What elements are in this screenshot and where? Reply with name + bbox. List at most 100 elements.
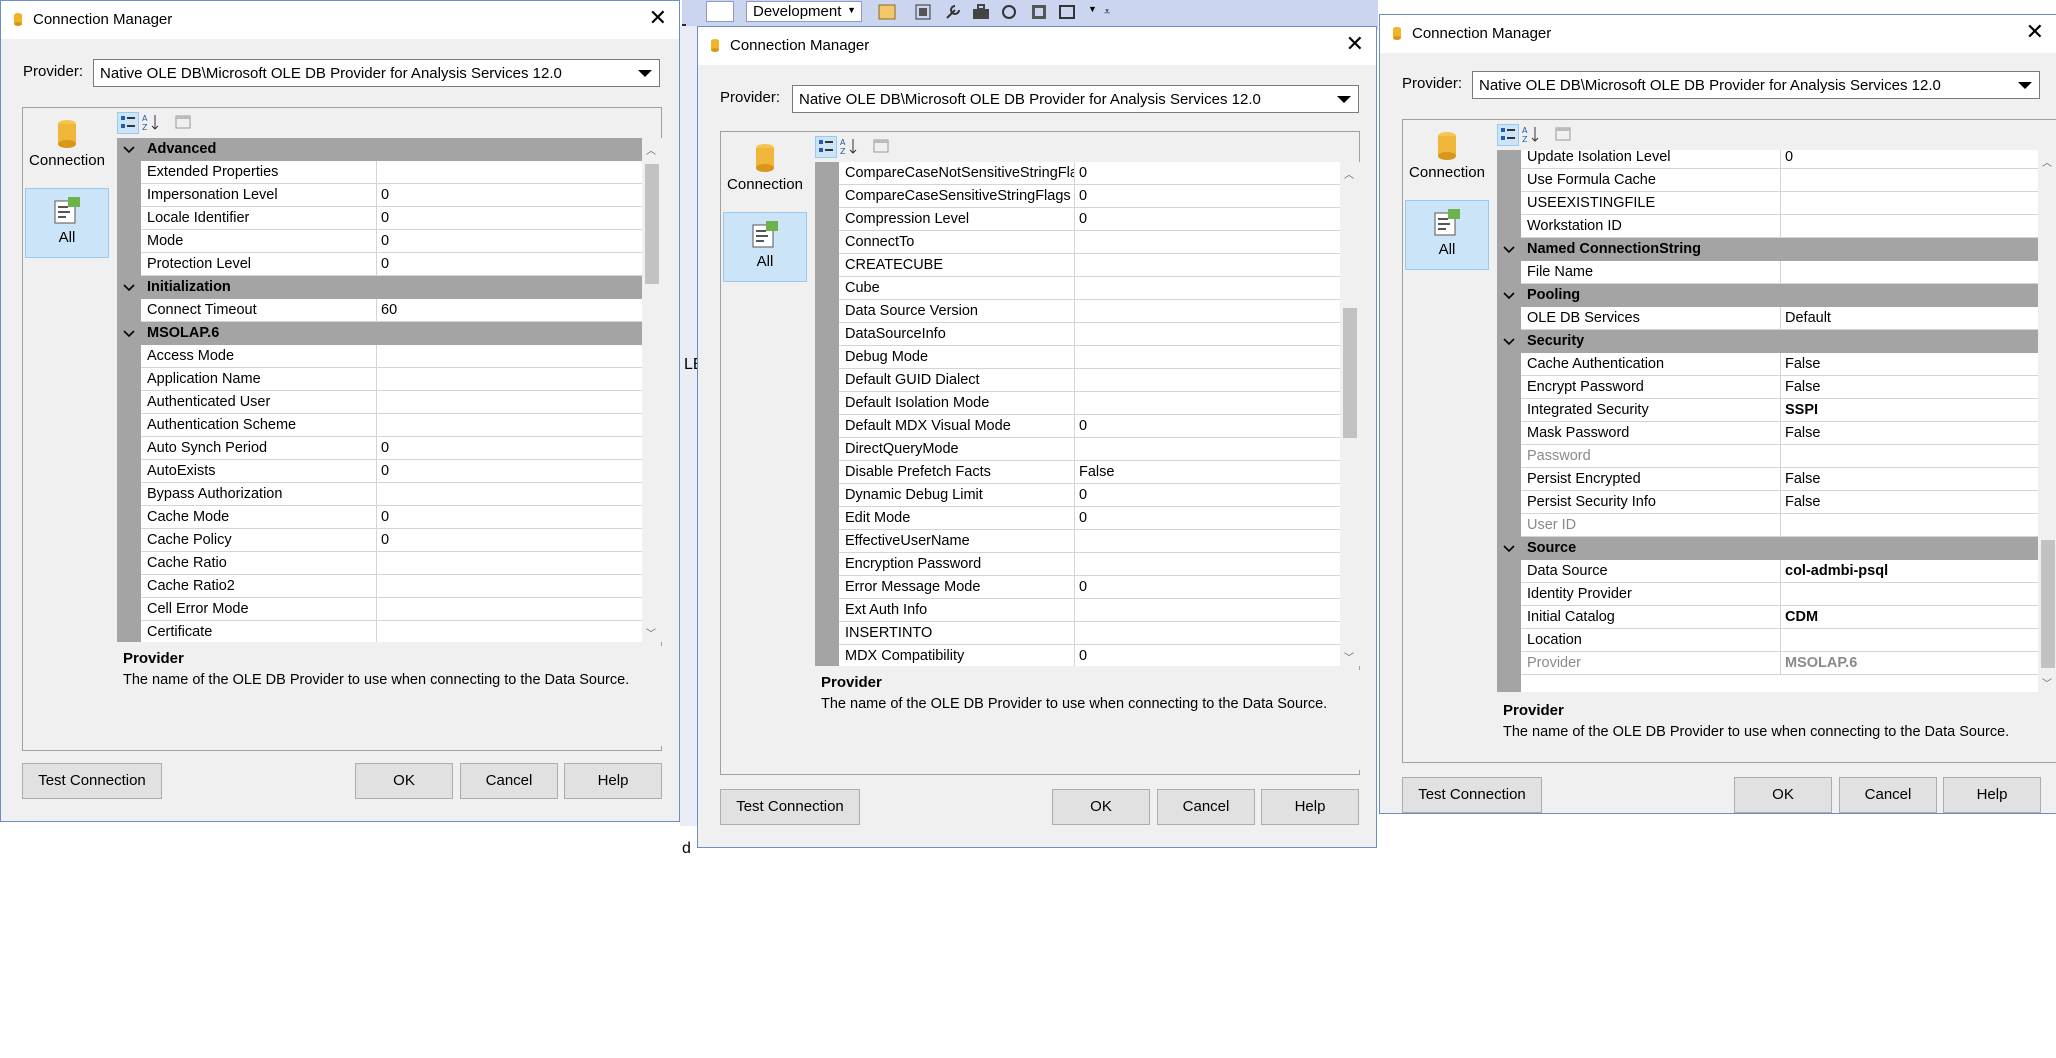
property-row[interactable]: Disable Prefetch Facts False [815, 461, 1360, 484]
property-row[interactable]: Use Formula Cache [1497, 169, 2056, 192]
property-value[interactable]: Default [1781, 307, 2056, 330]
property-value[interactable]: 0 [1075, 484, 1360, 507]
property-row[interactable]: Update Isolation Level 0 [1497, 150, 2056, 169]
property-value[interactable]: 0 [1075, 576, 1360, 599]
property-value[interactable]: MSOLAP.6 [1781, 652, 2056, 675]
property-value[interactable]: 0 [1075, 208, 1360, 231]
property-value[interactable] [1075, 392, 1360, 415]
toolbar-overflow-icon[interactable]: ⩡ [1104, 6, 1110, 19]
property-value[interactable] [377, 414, 662, 437]
property-row[interactable]: Edit Mode 0 [815, 507, 1360, 530]
chevron-down-icon[interactable] [2011, 72, 2039, 98]
property-row[interactable]: Authentication Scheme [117, 414, 662, 437]
property-value[interactable]: 0 [377, 529, 662, 552]
scroll-up-icon[interactable]: ︿ [2042, 154, 2052, 169]
property-value[interactable] [377, 368, 662, 391]
property-value[interactable]: 0 [377, 506, 662, 529]
property-value[interactable] [1781, 629, 2056, 652]
chevron-down-icon[interactable] [1330, 86, 1358, 112]
property-row[interactable]: Application Name [117, 368, 662, 391]
property-value[interactable] [1075, 346, 1360, 369]
categorized-button[interactable] [815, 136, 837, 158]
property-row[interactable]: Cache Ratio2 [117, 575, 662, 598]
property-row[interactable]: Error Message Mode 0 [815, 576, 1360, 599]
property-value[interactable] [1781, 169, 2056, 192]
property-value[interactable] [377, 598, 662, 621]
property-value[interactable] [1781, 215, 2056, 238]
refresh-icon[interactable] [1000, 3, 1018, 21]
property-value[interactable]: CDM [1781, 606, 2056, 629]
property-value[interactable] [377, 575, 662, 598]
scrollbar-thumb[interactable] [1343, 308, 1357, 438]
property-value[interactable] [1075, 300, 1360, 323]
property-value[interactable]: 0 [377, 437, 662, 460]
alphabetical-button[interactable]: AZ [1521, 124, 1543, 146]
scrollbar-thumb[interactable] [2041, 540, 2055, 668]
scroll-up-icon[interactable]: ︿ [646, 142, 656, 157]
property-value[interactable] [1075, 254, 1360, 277]
property-row[interactable]: DataSourceInfo [815, 323, 1360, 346]
property-row[interactable]: Default Isolation Mode [815, 392, 1360, 415]
property-value[interactable]: 0 [1075, 645, 1360, 666]
property-value[interactable] [1781, 583, 2056, 606]
vertical-scrollbar[interactable]: ︿ ﹀ [2038, 150, 2056, 692]
cancel-button[interactable]: Cancel [1839, 777, 1937, 813]
property-value[interactable]: 0 [377, 207, 662, 230]
property-row[interactable]: Data Source col-admbi-psql [1497, 560, 2056, 583]
property-value[interactable] [1781, 514, 2056, 537]
help-button[interactable]: Help [564, 763, 662, 799]
categorized-button[interactable] [117, 112, 139, 134]
property-row[interactable]: Mode 0 [117, 230, 662, 253]
property-row[interactable]: Encrypt Password False [1497, 376, 2056, 399]
property-value[interactable]: False [1781, 376, 2056, 399]
property-value[interactable] [377, 621, 662, 642]
alphabetical-button[interactable]: AZ [141, 112, 163, 134]
alphabetical-button[interactable]: AZ [839, 136, 861, 158]
cancel-button[interactable]: Cancel [1157, 789, 1255, 825]
property-row[interactable]: Default MDX Visual Mode 0 [815, 415, 1360, 438]
property-value[interactable]: 60 [377, 299, 662, 322]
categorized-button[interactable] [1497, 124, 1519, 146]
property-row[interactable]: INSERTINTO [815, 622, 1360, 645]
property-row[interactable]: Locale Identifier 0 [117, 207, 662, 230]
collapse-chevron-icon[interactable] [1503, 337, 1515, 347]
chevron-down-icon[interactable]: ▼ [1088, 4, 1097, 14]
property-row[interactable]: EffectiveUserName [815, 530, 1360, 553]
help-button[interactable]: Help [1943, 777, 2041, 813]
property-pages-button[interactable] [1553, 124, 1575, 146]
scroll-up-icon[interactable]: ︿ [1344, 166, 1354, 181]
property-value[interactable]: 0 [1075, 507, 1360, 530]
nav-connection[interactable]: Connection [25, 118, 109, 186]
property-row[interactable]: DirectQueryMode [815, 438, 1360, 461]
collapse-chevron-icon[interactable] [123, 145, 135, 155]
property-row[interactable]: Provider MSOLAP.6 [1497, 652, 2056, 675]
property-row[interactable]: Cache Mode 0 [117, 506, 662, 529]
property-row[interactable]: Connect Timeout 60 [117, 299, 662, 322]
category-row[interactable]: Named ConnectionString [1497, 238, 2056, 261]
background-small-dropdown[interactable] [706, 1, 734, 22]
property-row[interactable]: Protection Level 0 [117, 253, 662, 276]
ok-button[interactable]: OK [1052, 789, 1150, 825]
scroll-down-icon[interactable]: ﹀ [2042, 675, 2052, 690]
property-row[interactable]: Debug Mode [815, 346, 1360, 369]
property-row[interactable]: Identity Provider [1497, 583, 2056, 606]
property-value[interactable]: col-admbi-psql [1781, 560, 2056, 583]
property-row[interactable]: Workstation ID [1497, 215, 2056, 238]
scroll-down-icon[interactable]: ﹀ [1344, 649, 1354, 664]
scrollbar-thumb[interactable] [645, 164, 659, 284]
vertical-scrollbar[interactable]: ︿ ﹀ [1340, 162, 1360, 666]
property-value[interactable] [1075, 231, 1360, 254]
property-row[interactable]: Cell Error Mode [117, 598, 662, 621]
property-row[interactable]: Certificate [117, 621, 662, 642]
property-row[interactable]: Data Source Version [815, 300, 1360, 323]
close-icon[interactable]: ✕ [2026, 21, 2044, 43]
property-pages-button[interactable] [173, 112, 195, 134]
property-row[interactable]: CompareCaseSensitiveStringFlags 0 [815, 185, 1360, 208]
property-row[interactable]: Initial Catalog CDM [1497, 606, 2056, 629]
property-value[interactable] [1075, 369, 1360, 392]
property-row[interactable]: Cache Ratio [117, 552, 662, 575]
ok-button[interactable]: OK [1734, 777, 1832, 813]
category-row[interactable]: Pooling [1497, 284, 2056, 307]
property-row[interactable]: Integrated Security SSPI [1497, 399, 2056, 422]
configuration-dropdown[interactable]: Development ▼ [746, 1, 862, 22]
